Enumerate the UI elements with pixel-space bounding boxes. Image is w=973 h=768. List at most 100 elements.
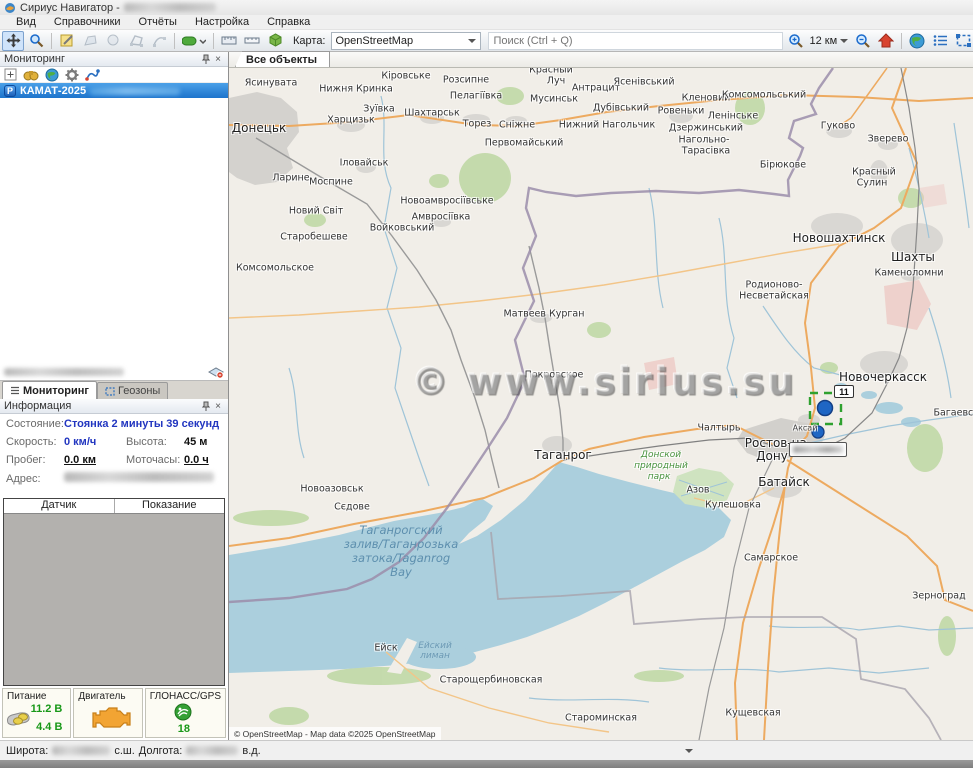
vehicle-map-label-redacted[interactable] — [789, 442, 847, 457]
satellite-icon — [174, 703, 192, 721]
altitude-value: 45 м — [184, 436, 207, 448]
layers-icon[interactable] — [208, 365, 224, 379]
edit-polygon-button[interactable] — [125, 31, 147, 51]
edit-geozone-button[interactable] — [56, 31, 78, 51]
pin-icon[interactable] — [200, 401, 212, 411]
copy-icon — [106, 33, 121, 48]
power-gauge: Питание 11.2 В 4.4 В — [2, 688, 71, 738]
column-reading[interactable]: Показание — [115, 499, 225, 513]
search-input[interactable] — [488, 32, 783, 50]
mileage-label: Пробег: — [6, 454, 64, 466]
vehicle-marker-2-icon[interactable] — [812, 426, 824, 438]
measure-icon — [221, 34, 237, 47]
vehicle-tree-area[interactable] — [0, 98, 228, 363]
pan-icon — [6, 33, 21, 48]
info-panel-title: Информация — [4, 400, 71, 412]
menu-vid[interactable]: Вид — [8, 15, 44, 29]
parking-status-icon: P — [4, 85, 16, 97]
expand-all-icon[interactable] — [4, 68, 17, 81]
gear-icon[interactable] — [65, 68, 79, 82]
altitude-label: Высота: — [126, 436, 184, 448]
zoom-level-dropdown[interactable] — [840, 39, 848, 43]
monitoring-panel-header: Мониторинг × — [0, 52, 228, 67]
tab-geozones-label: Геозоны — [118, 385, 160, 397]
menu-spravka[interactable]: Справка — [259, 15, 318, 29]
gps-gauge: ГЛОНАСС/GPS 18 — [145, 688, 226, 738]
zoom-in-button[interactable] — [785, 31, 807, 51]
mileage-value[interactable]: 0.0 км — [64, 454, 112, 466]
info-panel: Состояние: Стоянка 2 минуты 39 секунд Ск… — [0, 414, 228, 496]
map-watermark: © www.sirius.su — [279, 360, 929, 403]
map-select-label: Карта: — [293, 35, 326, 47]
satellite-count: 18 — [178, 723, 190, 735]
app-icon — [4, 2, 16, 14]
objects-3d-button[interactable] — [264, 31, 286, 51]
latitude-value-redacted — [52, 746, 110, 755]
info-panel-header: Информация × — [0, 399, 228, 414]
pan-tool-button[interactable] — [2, 31, 24, 51]
latitude-suffix: с.ш. — [114, 745, 134, 757]
zoom-tool-button[interactable] — [25, 31, 47, 51]
map-tab-all-objects[interactable]: Все объекты — [235, 51, 330, 67]
sensors-table: Датчик Показание — [3, 498, 225, 686]
window-title-redacted — [124, 3, 216, 12]
longitude-value-redacted — [186, 746, 238, 755]
home-view-button[interactable] — [875, 31, 897, 51]
zoom-level-value: 12 км — [810, 35, 838, 47]
select-region-button[interactable] — [952, 31, 973, 51]
panel-tab-bar: Мониторинг Геозоны — [0, 380, 228, 399]
address-value-redacted — [64, 472, 214, 482]
main-toolbar: Карта: OpenStreetMap 12 км — [0, 30, 973, 52]
measure-distance-button[interactable] — [218, 31, 240, 51]
power-gauge-title: Питание — [7, 691, 66, 702]
engine-hours-value[interactable]: 0.0 ч — [184, 454, 209, 466]
engine-gauge-title: Двигатель — [78, 691, 137, 702]
monitoring-panel-title: Мониторинг — [4, 53, 65, 65]
map-viewport[interactable]: ЯсинуватаКіровськеРозсипнеПелагіївкаКрас… — [229, 68, 973, 740]
menu-otchety[interactable]: Отчёты — [131, 15, 185, 29]
select-region-icon — [956, 34, 971, 47]
vehicle-name: КАМАТ-2025 — [20, 85, 86, 97]
chevron-down-icon — [468, 39, 476, 43]
globe-icon — [909, 33, 925, 49]
voltage-main: 11.2 В — [31, 703, 63, 715]
globe-icon[interactable] — [45, 68, 59, 82]
create-area-button[interactable] — [79, 31, 101, 51]
speed-label: Скорость: — [6, 436, 64, 448]
vehicle-tree-item[interactable]: P КАМАТ-2025 — [0, 83, 228, 98]
marker-count-badge[interactable]: 11 — [834, 385, 854, 398]
window-bottom-edge — [0, 760, 973, 768]
list-icon — [933, 34, 948, 47]
object-list-button[interactable] — [929, 31, 951, 51]
copy-object-button[interactable] — [102, 31, 124, 51]
zoom-out-icon — [855, 33, 871, 49]
edit-line-button[interactable] — [148, 31, 170, 51]
home-icon — [878, 33, 894, 48]
tab-monitoring[interactable]: Мониторинг — [2, 381, 97, 399]
menu-nastroika[interactable]: Настройка — [187, 15, 257, 29]
edit-icon — [60, 33, 75, 48]
zoom-out-button[interactable] — [852, 31, 874, 51]
column-sensor[interactable]: Датчик — [4, 499, 115, 513]
show-all-objects-button[interactable] — [906, 31, 928, 51]
window-title: Сириус Навигатор - — [20, 2, 120, 14]
tab-geozones[interactable]: Геозоны — [97, 382, 168, 399]
statusbar-dropdown[interactable] — [685, 749, 693, 753]
engine-gauge: Двигатель — [73, 688, 142, 738]
state-label: Состояние: — [6, 418, 64, 430]
close-icon[interactable]: × — [212, 54, 224, 65]
longitude-label: Долгота: — [139, 745, 183, 757]
footer-text-redacted — [4, 368, 124, 376]
voltage-backup: 4.4 В — [36, 721, 62, 733]
menu-spravochniki[interactable]: Справочники — [46, 15, 129, 29]
pin-icon[interactable] — [200, 54, 212, 64]
geozone-icon — [105, 387, 115, 396]
track-color-button[interactable] — [179, 31, 209, 51]
binoculars-icon[interactable] — [23, 69, 39, 81]
tab-monitoring-label: Мониторинг — [23, 385, 89, 397]
map-provider-select[interactable]: OpenStreetMap — [331, 32, 481, 50]
list-icon — [10, 386, 20, 395]
measure-area-button[interactable] — [241, 31, 263, 51]
track-icon[interactable] — [85, 68, 100, 81]
close-icon[interactable]: × — [212, 401, 224, 412]
